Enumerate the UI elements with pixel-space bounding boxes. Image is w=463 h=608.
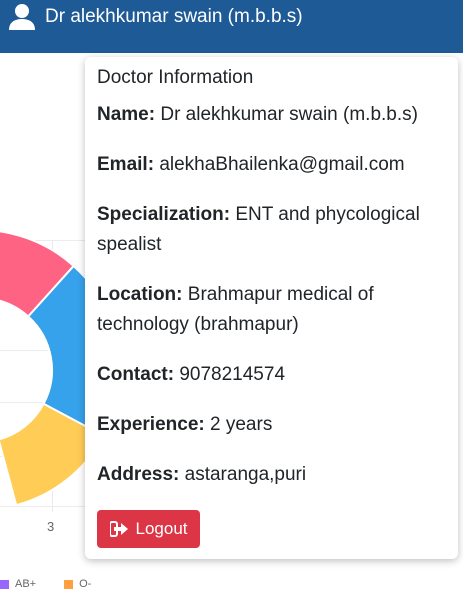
location-row: Location: Brahmapur medical of technolog… <box>97 280 447 340</box>
experience-row: Experience: 2 years <box>97 410 447 440</box>
experience-value: 2 years <box>210 414 273 435</box>
x-tick-label: 3 <box>47 519 55 534</box>
email-row: Email: alekhaBhailenka@gmail.com <box>97 150 447 180</box>
email-value: alekhaBhailenka@gmail.com <box>159 154 405 175</box>
logout-button[interactable]: Logout <box>97 510 200 548</box>
experience-label: Experience: <box>97 414 205 435</box>
sign-out-icon <box>109 521 128 537</box>
chart-legend: AB+ O- <box>0 578 91 590</box>
address-label: Address: <box>97 464 180 485</box>
contact-value: 9078214574 <box>179 364 286 385</box>
logout-label: Logout <box>135 519 188 538</box>
legend-swatch-ominus <box>64 579 74 589</box>
specialization-row: Specialization: ENT and phycological spe… <box>97 200 447 260</box>
contact-label: Contact: <box>97 364 175 385</box>
legend-label-ominus[interactable]: O- <box>79 578 91 590</box>
name-value: Dr alekhkumar swain (m.b.b.s) <box>160 104 418 125</box>
email-label: Email: <box>97 154 155 175</box>
name-label: Name: <box>97 104 156 125</box>
slice-yellow <box>0 402 85 507</box>
top-navbar: Dr alekhkumar swain (m.b.b.s) <box>0 0 463 53</box>
user-icon <box>9 4 35 30</box>
dropdown-header: Doctor Information <box>97 67 254 88</box>
legend-swatch-abplus <box>0 579 9 589</box>
name-row: Name: Dr alekhkumar swain (m.b.b.s) <box>97 100 447 130</box>
specialization-label: Specialization: <box>97 204 231 225</box>
address-row: Address: astaranga,puri <box>97 460 447 490</box>
legend-label-abplus[interactable]: AB+ <box>15 578 36 590</box>
address-value: astaranga,puri <box>184 464 307 485</box>
user-name[interactable]: Dr alekhkumar swain (m.b.b.s) <box>45 4 303 30</box>
location-label: Location: <box>97 284 183 305</box>
doctor-info-dropdown: Doctor Information Name: Dr alekhkumar s… <box>85 57 458 559</box>
contact-row: Contact: 9078214574 <box>97 360 447 390</box>
doughnut-chart <box>0 230 85 507</box>
